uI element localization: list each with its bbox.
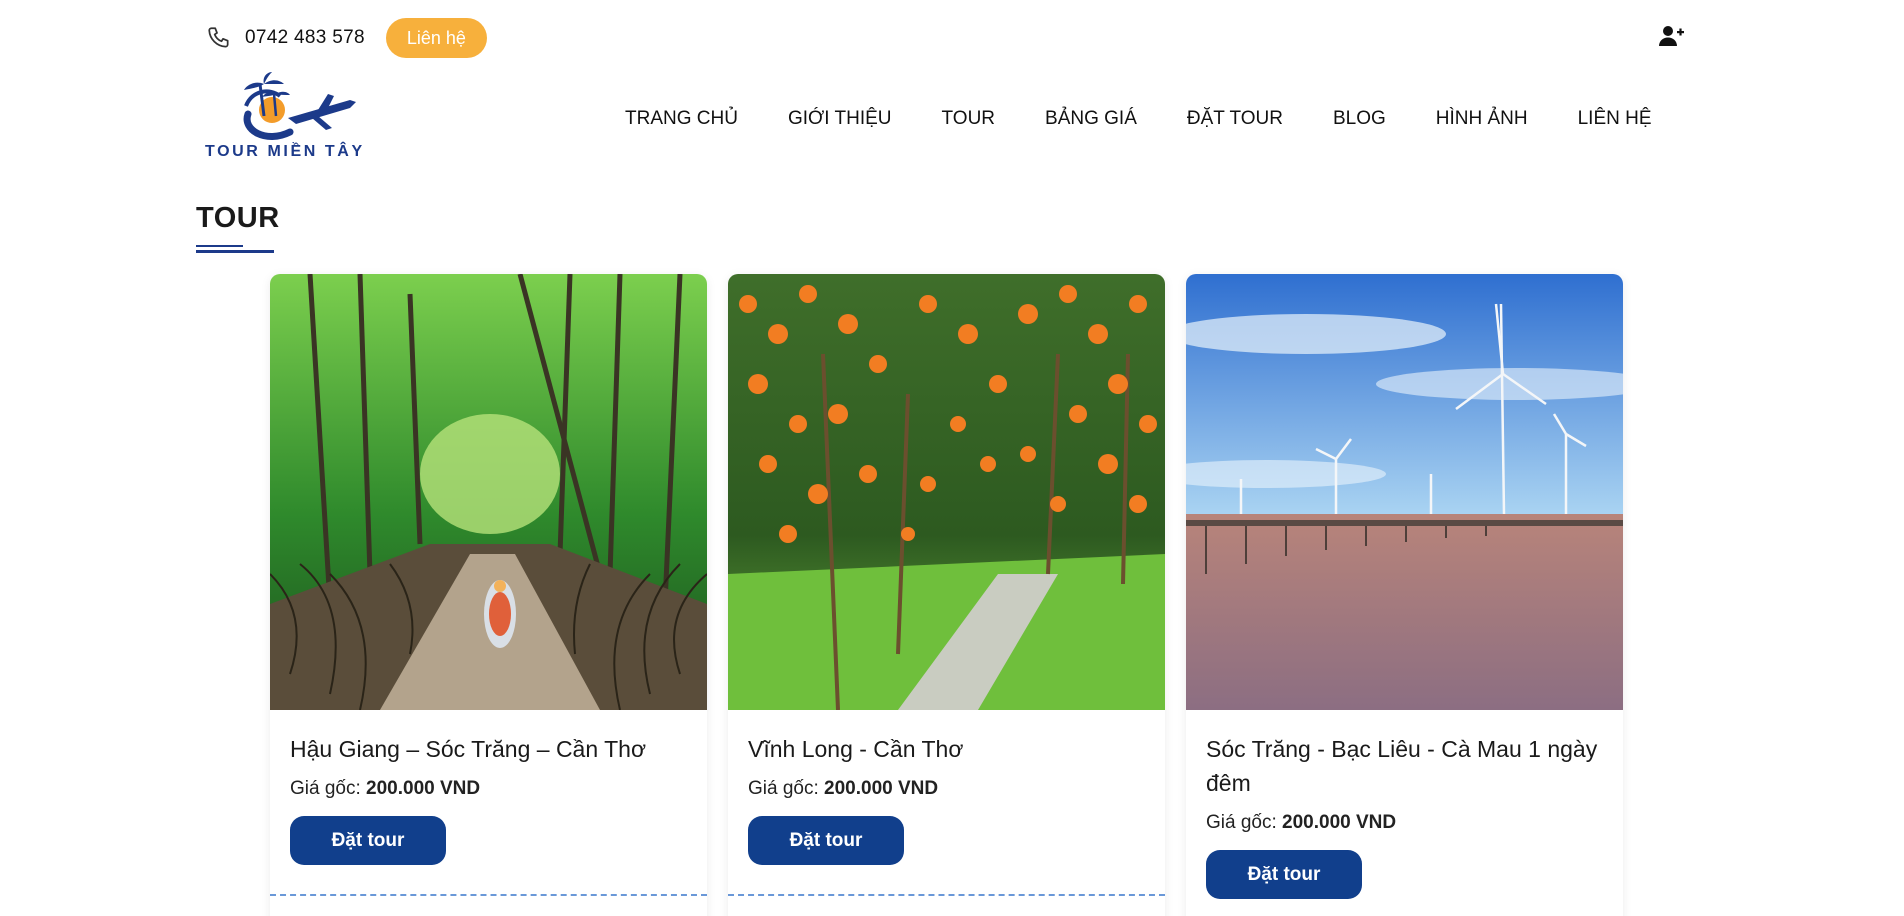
book-tour-button[interactable]: Đặt tour xyxy=(748,816,904,865)
logo-text: TOUR MIỀN TÂY xyxy=(205,143,365,160)
tour-title[interactable]: Hậu Giang – Sóc Trăng – Cần Thơ xyxy=(290,732,687,766)
tour-price: Giá gốc: 200.000 VND xyxy=(290,778,687,800)
title-underline-short xyxy=(196,245,243,247)
nav-item-book-tour[interactable]: ĐẶT TOUR xyxy=(1187,108,1283,130)
nav-item-tour[interactable]: TOUR xyxy=(942,108,995,130)
tour-image-mangrove[interactable] xyxy=(270,274,707,710)
price-value: 200.000 VND xyxy=(1282,812,1397,833)
tour-price: Giá gốc: 200.000 VND xyxy=(748,778,1145,800)
top-bar: 0742 483 578 Liên hệ xyxy=(205,17,487,59)
tour-card-body: Sóc Trăng - Bạc Liêu - Cà Mau 1 ngày đêm… xyxy=(1186,710,1623,899)
tour-image-orange-orchard[interactable] xyxy=(728,274,1165,710)
main-nav: TRANG CHỦ GIỚI THIỆU TOUR BẢNG GIÁ ĐẶT T… xyxy=(625,108,1652,130)
user-plus-icon[interactable] xyxy=(1657,22,1685,50)
nav-item-about[interactable]: GIỚI THIỆU xyxy=(788,108,892,130)
tour-card: Vĩnh Long - Cần Thơ Giá gốc: 200.000 VND… xyxy=(728,274,1165,916)
nav-item-home[interactable]: TRANG CHỦ xyxy=(625,108,738,130)
tour-card: Hậu Giang – Sóc Trăng – Cần Thơ Giá gốc:… xyxy=(270,274,707,916)
price-label: Giá gốc: xyxy=(1206,812,1277,833)
price-label: Giá gốc: xyxy=(748,778,819,799)
tour-image-wind-turbines[interactable] xyxy=(1186,274,1623,710)
nav-item-contact[interactable]: LIÊN HỆ xyxy=(1578,108,1652,130)
tour-title[interactable]: Sóc Trăng - Bạc Liêu - Cà Mau 1 ngày đêm xyxy=(1206,732,1603,800)
tour-card-list: Hậu Giang – Sóc Trăng – Cần Thơ Giá gốc:… xyxy=(270,274,1623,916)
book-tour-button[interactable]: Đặt tour xyxy=(1206,850,1362,899)
book-tour-button[interactable]: Đặt tour xyxy=(290,816,446,865)
title-underline-long xyxy=(196,250,274,253)
nav-item-blog[interactable]: BLOG xyxy=(1333,108,1386,130)
tour-card-body: Vĩnh Long - Cần Thơ Giá gốc: 200.000 VND… xyxy=(728,710,1165,865)
phone-number[interactable]: 0742 483 578 xyxy=(245,27,365,49)
tour-card: Sóc Trăng - Bạc Liêu - Cà Mau 1 ngày đêm… xyxy=(1186,274,1623,916)
section-title: TOUR xyxy=(196,202,280,234)
card-divider xyxy=(728,894,1165,896)
price-label: Giá gốc: xyxy=(290,778,361,799)
tour-title[interactable]: Vĩnh Long - Cần Thơ xyxy=(748,732,1145,766)
tour-card-body: Hậu Giang – Sóc Trăng – Cần Thơ Giá gốc:… xyxy=(270,710,707,865)
price-value: 200.000 VND xyxy=(824,778,939,799)
phone-icon xyxy=(205,24,233,52)
contact-button[interactable]: Liên hệ xyxy=(385,18,487,58)
nav-item-pricing[interactable]: BẢNG GIÁ xyxy=(1045,108,1137,130)
price-value: 200.000 VND xyxy=(366,778,481,799)
card-divider xyxy=(270,894,707,896)
nav-item-gallery[interactable]: HÌNH ẢNH xyxy=(1436,108,1528,130)
tour-price: Giá gốc: 200.000 VND xyxy=(1206,812,1603,834)
